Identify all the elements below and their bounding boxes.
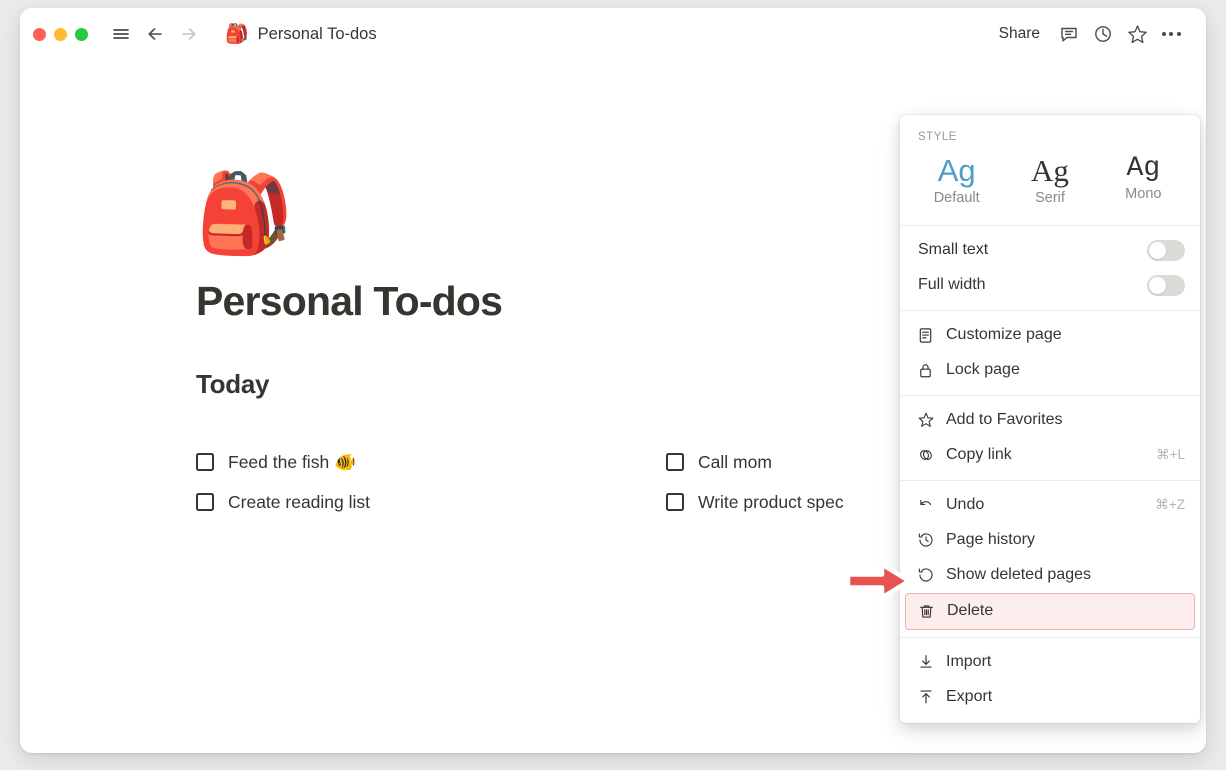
menu-item-label: Show deleted pages — [946, 566, 1091, 584]
checkbox[interactable] — [666, 453, 684, 471]
more-options-button[interactable] — [1156, 19, 1186, 49]
link-icon — [917, 446, 939, 464]
menu-item-export[interactable]: Export — [900, 680, 1200, 715]
menu-item-label: Customize page — [946, 326, 1062, 344]
style-option-serif[interactable]: Ag Serif — [1003, 149, 1096, 208]
todo-label: Create reading list — [228, 491, 371, 512]
undo-icon — [917, 496, 939, 514]
list-item[interactable]: Feed the fish 🐠 — [196, 442, 666, 482]
clock-history-icon — [917, 531, 939, 549]
menu-item-import[interactable]: Import — [900, 645, 1200, 680]
sidebar-toggle-button[interactable] — [106, 19, 136, 49]
traffic-lights — [20, 27, 88, 41]
ellipsis-icon — [1161, 32, 1181, 36]
forward-button[interactable] — [174, 19, 204, 49]
export-icon — [917, 688, 939, 706]
clock-icon — [1095, 26, 1111, 42]
import-icon — [917, 653, 939, 671]
checkbox[interactable] — [196, 493, 214, 511]
full-width-label: Full width — [918, 276, 986, 294]
maximize-window-button[interactable] — [75, 27, 88, 41]
menu-item-lock-page[interactable]: Lock page — [900, 353, 1200, 388]
menu-section-links: Add to Favorites Copy link ⌘+L — [900, 394, 1200, 480]
navigation-group — [106, 19, 204, 49]
close-window-button[interactable] — [33, 27, 46, 41]
menu-item-shortcut: ⌘+Z — [1155, 497, 1185, 513]
menu-item-undo[interactable]: Undo ⌘+Z — [900, 488, 1200, 523]
small-text-label: Small text — [918, 241, 989, 259]
style-sample-default: Ag — [937, 153, 976, 188]
menu-section-toggles: Small text Full width — [900, 224, 1200, 310]
style-section-label: STYLE — [918, 131, 957, 143]
title-bar: 🎒 Personal To-dos Share — [20, 8, 1206, 60]
toggle-knob — [1149, 241, 1166, 259]
minimize-window-button[interactable] — [54, 27, 67, 41]
menu-item-customize-page[interactable]: Customize page — [900, 318, 1200, 353]
page-options-menu: STYLE Ag Default Ag Serif Ag Mono Small … — [900, 115, 1200, 723]
menu-item-label: Delete — [947, 602, 994, 620]
checkbox[interactable] — [666, 493, 684, 511]
favorite-button[interactable] — [1122, 19, 1152, 49]
menu-item-small-text[interactable]: Small text — [900, 233, 1200, 268]
menu-item-show-deleted-pages[interactable]: Show deleted pages — [900, 558, 1200, 593]
menu-section-transfer: Import Export — [900, 636, 1200, 722]
trash-icon — [918, 603, 940, 620]
comment-icon — [1061, 27, 1077, 42]
document-icon — [917, 327, 939, 344]
backpack-icon: 🎒 — [225, 23, 249, 45]
todo-label: Call mom — [698, 451, 772, 472]
arrow-left-icon — [148, 28, 162, 40]
toggle-knob — [1149, 276, 1166, 294]
small-text-toggle[interactable] — [1147, 239, 1185, 261]
star-icon — [917, 411, 939, 429]
breadcrumb[interactable]: 🎒 Personal To-dos — [218, 22, 384, 47]
hamburger-icon — [113, 29, 129, 39]
back-button[interactable] — [140, 19, 170, 49]
menu-item-copy-link[interactable]: Copy link ⌘+L — [900, 438, 1200, 473]
comments-button[interactable] — [1054, 19, 1084, 49]
todo-label: Feed the fish 🐠 — [228, 451, 356, 472]
page-body: 🎒 Personal To-dos Today Feed the fish 🐠 … — [20, 60, 1206, 753]
list-item[interactable]: Create reading list — [196, 482, 666, 522]
style-name-default: Default — [933, 189, 980, 206]
todo-label: Write product spec — [698, 491, 844, 512]
menu-item-label: Undo — [946, 496, 985, 514]
restore-icon — [917, 566, 939, 584]
style-option-default[interactable]: Ag Default — [910, 149, 1003, 208]
menu-item-label: Page history — [946, 531, 1035, 549]
style-options: Ag Default Ag Serif Ag Mono — [900, 147, 1200, 218]
updates-button[interactable] — [1088, 19, 1118, 49]
app-window: 🎒 Personal To-dos Share 🎒 Personal To-do… — [20, 8, 1206, 753]
menu-item-page-history[interactable]: Page history — [900, 523, 1200, 558]
style-sample-serif: Ag — [1031, 153, 1069, 188]
checkbox[interactable] — [196, 453, 214, 471]
star-icon — [1127, 24, 1147, 43]
menu-item-full-width[interactable]: Full width — [900, 268, 1200, 303]
menu-item-add-to-favorites[interactable]: Add to Favorites — [900, 403, 1200, 438]
todo-column-left: Feed the fish 🐠 Create reading list — [196, 442, 666, 522]
screen: 🎒 Personal To-dos Share 🎒 Personal To-do… — [0, 0, 1226, 770]
toolbar-right: Share — [989, 19, 1186, 49]
menu-section-style: STYLE Ag Default Ag Serif Ag Mono — [900, 115, 1200, 225]
menu-section-history: Undo ⌘+Z Page history Show deleted pages… — [900, 479, 1200, 637]
style-option-mono[interactable]: Ag Mono — [1097, 149, 1190, 208]
menu-item-label: Add to Favorites — [946, 411, 1063, 429]
menu-section-page: Customize page Lock page — [900, 309, 1200, 395]
style-name-mono: Mono — [1125, 186, 1162, 203]
share-button[interactable]: Share — [989, 20, 1050, 48]
menu-item-label: Lock page — [946, 361, 1020, 379]
lock-icon — [917, 362, 939, 379]
breadcrumb-title: Personal To-dos — [257, 24, 377, 43]
style-name-serif: Serif — [1035, 189, 1065, 206]
arrow-right-icon — [182, 28, 196, 40]
menu-item-label: Copy link — [946, 446, 1012, 464]
menu-item-label: Export — [946, 688, 993, 706]
menu-item-shortcut: ⌘+L — [1156, 447, 1185, 463]
menu-item-delete[interactable]: Delete — [905, 592, 1195, 630]
style-sample-mono: Ag — [1126, 153, 1161, 184]
full-width-toggle[interactable] — [1147, 274, 1185, 296]
menu-item-label: Import — [946, 653, 992, 671]
